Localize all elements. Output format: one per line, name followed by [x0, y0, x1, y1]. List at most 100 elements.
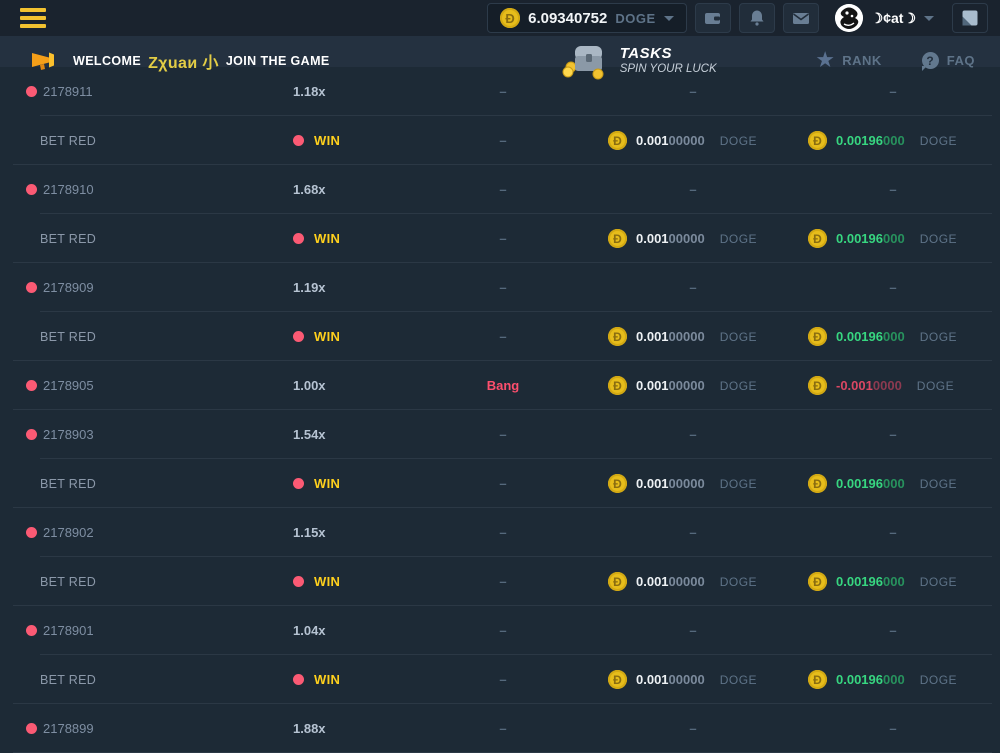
- empty-cell: –: [793, 721, 993, 736]
- game-status-dot: [26, 527, 37, 538]
- table-row-game[interactable]: 2178911 1.18x – – –: [0, 67, 1000, 116]
- game-id: 2178909: [43, 280, 94, 295]
- topbar-right-group: Đ 6.09340752 DOGE: [487, 3, 988, 33]
- bet-result: WIN: [314, 574, 340, 589]
- profit-amount: Đ 0.00196000 DOGE: [793, 670, 993, 689]
- doge-coin-icon: Đ: [608, 131, 627, 150]
- table-row-bet[interactable]: BET RED WIN – Đ 0.00100000 DOGE Đ 0.0019…: [0, 557, 1000, 606]
- hamburger-menu-icon[interactable]: [20, 4, 46, 32]
- currency-label: DOGE: [920, 673, 957, 687]
- profit-amount: Đ 0.00196000 DOGE: [793, 229, 993, 248]
- multiplier: 1.15x: [293, 525, 413, 540]
- doge-coin-icon: Đ: [808, 376, 827, 395]
- empty-cell: –: [793, 623, 993, 638]
- bet-color-dot: [293, 331, 304, 342]
- game-id: 2178905: [43, 378, 94, 393]
- currency-label: DOGE: [920, 232, 957, 246]
- currency-label: DOGE: [720, 477, 757, 491]
- bet-label: BET RED: [26, 232, 293, 246]
- bet-result: WIN: [314, 476, 340, 491]
- empty-cell: –: [413, 427, 593, 442]
- game-id: 2178910: [43, 182, 94, 197]
- doge-coin-icon: Đ: [808, 229, 827, 248]
- bet-result: WIN: [314, 133, 340, 148]
- doge-coin-icon: Đ: [808, 474, 827, 493]
- messages-button[interactable]: [783, 3, 819, 33]
- table-row-bet[interactable]: BET RED WIN – Đ 0.00100000 DOGE Đ 0.0019…: [0, 116, 1000, 165]
- table-row-game[interactable]: 2178901 1.04x – – –: [0, 606, 1000, 655]
- empty-cell: –: [793, 182, 993, 197]
- multiplier: 1.18x: [293, 84, 413, 99]
- wallet-button[interactable]: [695, 3, 731, 33]
- currency-label: DOGE: [720, 379, 757, 393]
- bet-label: BET RED: [26, 575, 293, 589]
- faq-label: FAQ: [947, 53, 975, 68]
- empty-cell: –: [413, 525, 593, 540]
- table-row-bang[interactable]: 2178905 1.00x Bang Đ 0.00100000 DOGE Đ -…: [0, 361, 1000, 410]
- doge-coin-icon: Đ: [808, 670, 827, 689]
- table-row-bet[interactable]: BET RED WIN – Đ 0.00100000 DOGE Đ 0.0019…: [0, 459, 1000, 508]
- table-row-game[interactable]: 2178899 1.88x – – –: [0, 704, 1000, 753]
- currency-label: DOGE: [720, 575, 757, 589]
- doge-coin-icon: Đ: [500, 8, 520, 28]
- multiplier: 1.88x: [293, 721, 413, 736]
- currency-label: DOGE: [720, 330, 757, 344]
- rank-label: RANK: [842, 53, 882, 68]
- game-status-dot: [26, 282, 37, 293]
- envelope-icon: [791, 9, 811, 28]
- empty-cell: –: [413, 672, 593, 687]
- notifications-button[interactable]: [739, 3, 775, 33]
- multiplier: 1.04x: [293, 623, 413, 638]
- bet-amount: Đ 0.00100000 DOGE: [593, 376, 793, 395]
- game-id: 2178899: [43, 721, 94, 736]
- empty-cell: –: [793, 84, 993, 99]
- doge-coin-icon: Đ: [608, 474, 627, 493]
- chevron-down-icon: [664, 16, 674, 21]
- table-row-game[interactable]: 2178909 1.19x – – –: [0, 263, 1000, 312]
- currency-label: DOGE: [920, 575, 957, 589]
- bet-result: WIN: [314, 672, 340, 687]
- currency-label: DOGE: [917, 379, 954, 393]
- game-id: 2178911: [43, 84, 93, 99]
- multiplier: 1.54x: [293, 427, 413, 442]
- empty-cell: –: [413, 182, 593, 197]
- game-status-dot: [26, 723, 37, 734]
- empty-cell: –: [793, 280, 993, 295]
- doge-coin-icon: Đ: [808, 572, 827, 591]
- doge-coin-icon: Đ: [608, 327, 627, 346]
- bell-icon: [748, 9, 766, 27]
- table-row-game[interactable]: 2178910 1.68x – – –: [0, 165, 1000, 214]
- empty-cell: –: [413, 280, 593, 295]
- bet-amount: Đ 0.00100000 DOGE: [593, 229, 793, 248]
- table-row-game[interactable]: 2178903 1.54x – – –: [0, 410, 1000, 459]
- doge-coin-icon: Đ: [608, 229, 627, 248]
- table-row-bet[interactable]: BET RED WIN – Đ 0.00100000 DOGE Đ 0.0019…: [0, 312, 1000, 361]
- game-id: 2178901: [43, 623, 94, 638]
- game-status-dot: [26, 86, 37, 97]
- empty-cell: –: [413, 574, 593, 589]
- empty-cell: –: [793, 525, 993, 540]
- top-bar: Đ 6.09340752 DOGE: [0, 0, 1000, 36]
- table-row-bet[interactable]: BET RED WIN – Đ 0.00100000 DOGE Đ 0.0019…: [0, 214, 1000, 263]
- chat-panel-button[interactable]: [952, 3, 988, 33]
- multiplier: 1.00x: [293, 378, 413, 393]
- game-status-dot: [26, 380, 37, 391]
- profit-amount: Đ 0.00196000 DOGE: [793, 474, 993, 493]
- currency-label: DOGE: [920, 134, 957, 148]
- multiplier: 1.68x: [293, 182, 413, 197]
- currency-label: DOGE: [720, 232, 757, 246]
- doge-coin-icon: Đ: [608, 572, 627, 591]
- empty-cell: –: [413, 476, 593, 491]
- currency-label: DOGE: [920, 330, 957, 344]
- bang-result: Bang: [413, 378, 593, 393]
- table-row-game[interactable]: 2178902 1.15x – – –: [0, 508, 1000, 557]
- user-menu[interactable]: ☽¢at☽: [835, 4, 934, 32]
- empty-cell: –: [413, 84, 593, 99]
- currency-label: DOGE: [920, 477, 957, 491]
- bet-amount: Đ 0.00100000 DOGE: [593, 131, 793, 150]
- table-row-bet[interactable]: BET RED WIN – Đ 0.00100000 DOGE Đ 0.0019…: [0, 655, 1000, 704]
- bet-amount: Đ 0.00100000 DOGE: [593, 327, 793, 346]
- username: ☽¢at☽: [871, 10, 916, 27]
- empty-cell: –: [413, 721, 593, 736]
- balance-selector[interactable]: Đ 6.09340752 DOGE: [487, 3, 687, 33]
